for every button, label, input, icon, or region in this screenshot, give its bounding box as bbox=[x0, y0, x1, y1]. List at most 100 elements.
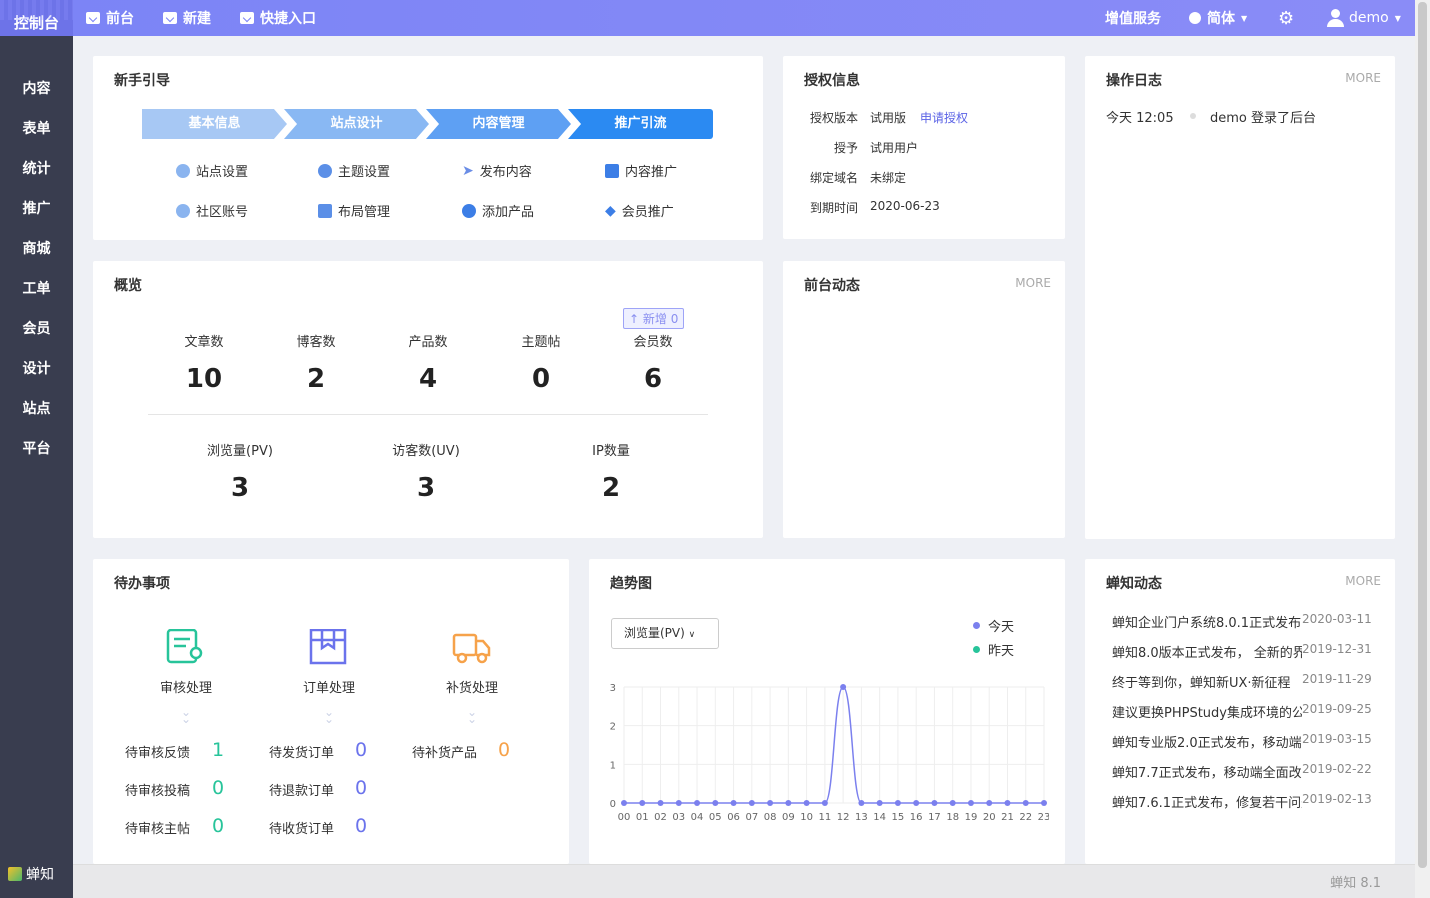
sidebar-item-design[interactable]: 设计 bbox=[0, 349, 73, 389]
kv-key: 到期时间 bbox=[809, 201, 858, 215]
todo-row-label[interactable]: 待补货产品 bbox=[412, 742, 477, 761]
news-item[interactable]: 终于等到你，蝉知新UX·新征程 2019-11-29 bbox=[1112, 672, 1372, 691]
todo-restock-title[interactable]: 补货处理 bbox=[432, 677, 512, 696]
dropdown-icon bbox=[240, 12, 254, 24]
todo-review-title[interactable]: 审核处理 bbox=[146, 677, 226, 696]
data-point bbox=[967, 800, 974, 806]
y-tick-label: 3 bbox=[610, 683, 616, 694]
guide-add-product[interactable]: 添加产品 bbox=[462, 201, 534, 220]
dropdown-icon bbox=[163, 12, 177, 24]
guide-title: 新手引导 bbox=[114, 73, 170, 89]
news-item[interactable]: 蝉知7.7正式发布，移动端全面改版 2019-02-22 bbox=[1112, 762, 1372, 781]
legend-today[interactable]: 今天 bbox=[973, 616, 1014, 635]
sidebar-item-site[interactable]: 站点 bbox=[0, 389, 73, 429]
nav-new[interactable]: 新建 bbox=[163, 0, 211, 36]
console-logo[interactable]: 控制台 bbox=[0, 0, 73, 36]
kv-key: 授予 bbox=[833, 141, 858, 155]
sidebar-item-ticket[interactable]: 工单 bbox=[0, 269, 73, 309]
todo-row-count[interactable]: 1 bbox=[212, 739, 224, 761]
data-point bbox=[639, 800, 646, 806]
step-content-management[interactable]: 内容管理 bbox=[426, 109, 571, 139]
x-tick-label: 21 bbox=[1001, 812, 1014, 823]
x-tick-label: 15 bbox=[892, 812, 905, 823]
legend-yesterday[interactable]: 昨天 bbox=[973, 640, 1014, 659]
data-point bbox=[858, 800, 865, 806]
step-site-design[interactable]: 站点设计 bbox=[284, 109, 429, 139]
version-label: 蝉知 8.1 bbox=[1330, 876, 1381, 891]
metric-select[interactable]: 浏览量(PV) ∨ bbox=[611, 618, 719, 649]
guide-publish-content[interactable]: ➤ 发布内容 bbox=[462, 161, 532, 181]
language-switch[interactable]: 简体 ▼ bbox=[1189, 0, 1247, 36]
front-activity-card: 前台动态 MORE bbox=[783, 261, 1065, 538]
stat-value: 10 bbox=[185, 364, 223, 394]
kv-key: 授权版本 bbox=[809, 111, 858, 125]
scrollbar-thumb[interactable] bbox=[1418, 2, 1427, 868]
todo-row-count[interactable]: 0 bbox=[212, 815, 224, 837]
sidebar-item-form[interactable]: 表单 bbox=[0, 109, 73, 149]
news-item-date: 2019-09-25 bbox=[1302, 702, 1372, 716]
sidebar-item-promotion[interactable]: 推广 bbox=[0, 189, 73, 229]
overview-card: 概览 ↑ 新增 0 文章数 10 博客数 2 产品数 4 主题帖 0 会员数 6 浏览量(… bbox=[93, 261, 763, 538]
apply-license-link[interactable]: 申请授权 bbox=[920, 109, 968, 126]
todo-row-count[interactable]: 0 bbox=[355, 739, 367, 761]
sidebar-item-platform[interactable]: 平台 bbox=[0, 429, 73, 469]
guide-layout-management[interactable]: 布局管理 bbox=[318, 201, 390, 220]
guide-site-settings[interactable]: 站点设置 bbox=[176, 161, 248, 180]
todo-row-count[interactable]: 0 bbox=[212, 777, 224, 799]
todo-row-count[interactable]: 0 bbox=[355, 777, 367, 799]
news-more-link[interactable]: MORE bbox=[1345, 574, 1381, 588]
todo-row-label[interactable]: 待收货订单 bbox=[269, 818, 334, 837]
legend-label: 昨天 bbox=[988, 644, 1015, 659]
news-item-date: 2019-12-31 bbox=[1302, 642, 1372, 656]
user-menu[interactable]: demo ▼ bbox=[1327, 0, 1401, 36]
x-tick-label: 11 bbox=[819, 812, 832, 823]
todo-row-label[interactable]: 待审核投稿 bbox=[125, 780, 190, 799]
news-item[interactable]: 建议更换PHPStudy集成环境的公 2019-09-25 bbox=[1112, 702, 1372, 721]
megaphone-icon bbox=[605, 163, 619, 178]
settings-button[interactable]: ⚙ bbox=[1278, 0, 1294, 36]
oplog-more-link[interactable]: MORE bbox=[1345, 71, 1381, 85]
sidebar-item-content[interactable]: 内容 bbox=[0, 69, 73, 109]
guide-theme-settings[interactable]: 主题设置 bbox=[318, 161, 390, 180]
todo-row-count[interactable]: 0 bbox=[355, 815, 367, 837]
news-item[interactable]: 蝉知专业版2.0正式发布，移动端支 2019-03-15 bbox=[1112, 732, 1372, 751]
caret-down-icon: ▼ bbox=[1241, 13, 1248, 23]
order-icon bbox=[309, 629, 347, 665]
data-point bbox=[767, 800, 774, 806]
todo-order-title[interactable]: 订单处理 bbox=[289, 677, 369, 696]
step-promotion[interactable]: 推广引流 bbox=[568, 109, 713, 139]
log-text: demo 登录了后台 bbox=[1210, 111, 1316, 126]
data-point bbox=[1041, 800, 1047, 806]
x-tick-label: 07 bbox=[745, 812, 758, 823]
news-item[interactable]: 蝉知企业门户系统8.0.1正式发布， 2020-03-11 bbox=[1112, 612, 1372, 631]
news-item-date: 2019-11-29 bbox=[1302, 672, 1372, 686]
stat-label: 浏览量(PV) bbox=[207, 444, 273, 459]
nav-frontend[interactable]: 前台 bbox=[86, 0, 134, 36]
stat-uv: 访客数(UV) 3 bbox=[386, 440, 466, 503]
guide-member-promotion[interactable]: ◆ 会员推广 bbox=[605, 201, 674, 221]
guide-content-promotion[interactable]: 内容推广 bbox=[605, 161, 677, 180]
data-point bbox=[730, 800, 737, 806]
todo-row-count[interactable]: 0 bbox=[498, 739, 510, 761]
todo-row-label[interactable]: 待审核反馈 bbox=[125, 742, 190, 761]
sidebar: 内容 表单 统计 推广 商城 工单 会员 设计 站点 平台 蝉知 bbox=[0, 36, 73, 898]
license-card: 授权信息 授权版本 试用版 申请授权 授予 试用用户 绑定域名 未绑定 到期时间 2020… bbox=[783, 56, 1065, 239]
sidebar-item-member[interactable]: 会员 bbox=[0, 309, 73, 349]
stat-blogs: 博客数 2 bbox=[276, 331, 356, 394]
news-item-title: 蝉知7.6.1正式发布，修复若干问题 bbox=[1112, 796, 1302, 811]
todo-row-label[interactable]: 待发货订单 bbox=[269, 742, 334, 761]
todo-row-label[interactable]: 待审核主帖 bbox=[125, 818, 190, 837]
news-item[interactable]: 蝉知7.6.1正式发布，修复若干问题 2019-02-13 bbox=[1112, 792, 1372, 811]
scrollbar[interactable] bbox=[1415, 0, 1430, 898]
value-added-services[interactable]: 增值服务 bbox=[1105, 0, 1161, 36]
sidebar-item-stats[interactable]: 统计 bbox=[0, 149, 73, 189]
news-item[interactable]: 蝉知8.0版本正式发布， 全新的界 2019-12-31 bbox=[1112, 642, 1372, 661]
front-activity-more-link[interactable]: MORE bbox=[1015, 276, 1051, 290]
legend-dot bbox=[973, 622, 980, 629]
todo-row-label[interactable]: 待退款订单 bbox=[269, 780, 334, 799]
guide-community-account[interactable]: 社区账号 bbox=[176, 201, 248, 220]
sidebar-item-shop[interactable]: 商城 bbox=[0, 229, 73, 269]
step-basic-info[interactable]: 基本信息 bbox=[142, 109, 287, 139]
data-point bbox=[803, 800, 810, 806]
nav-shortcuts[interactable]: 快捷入口 bbox=[240, 0, 316, 36]
